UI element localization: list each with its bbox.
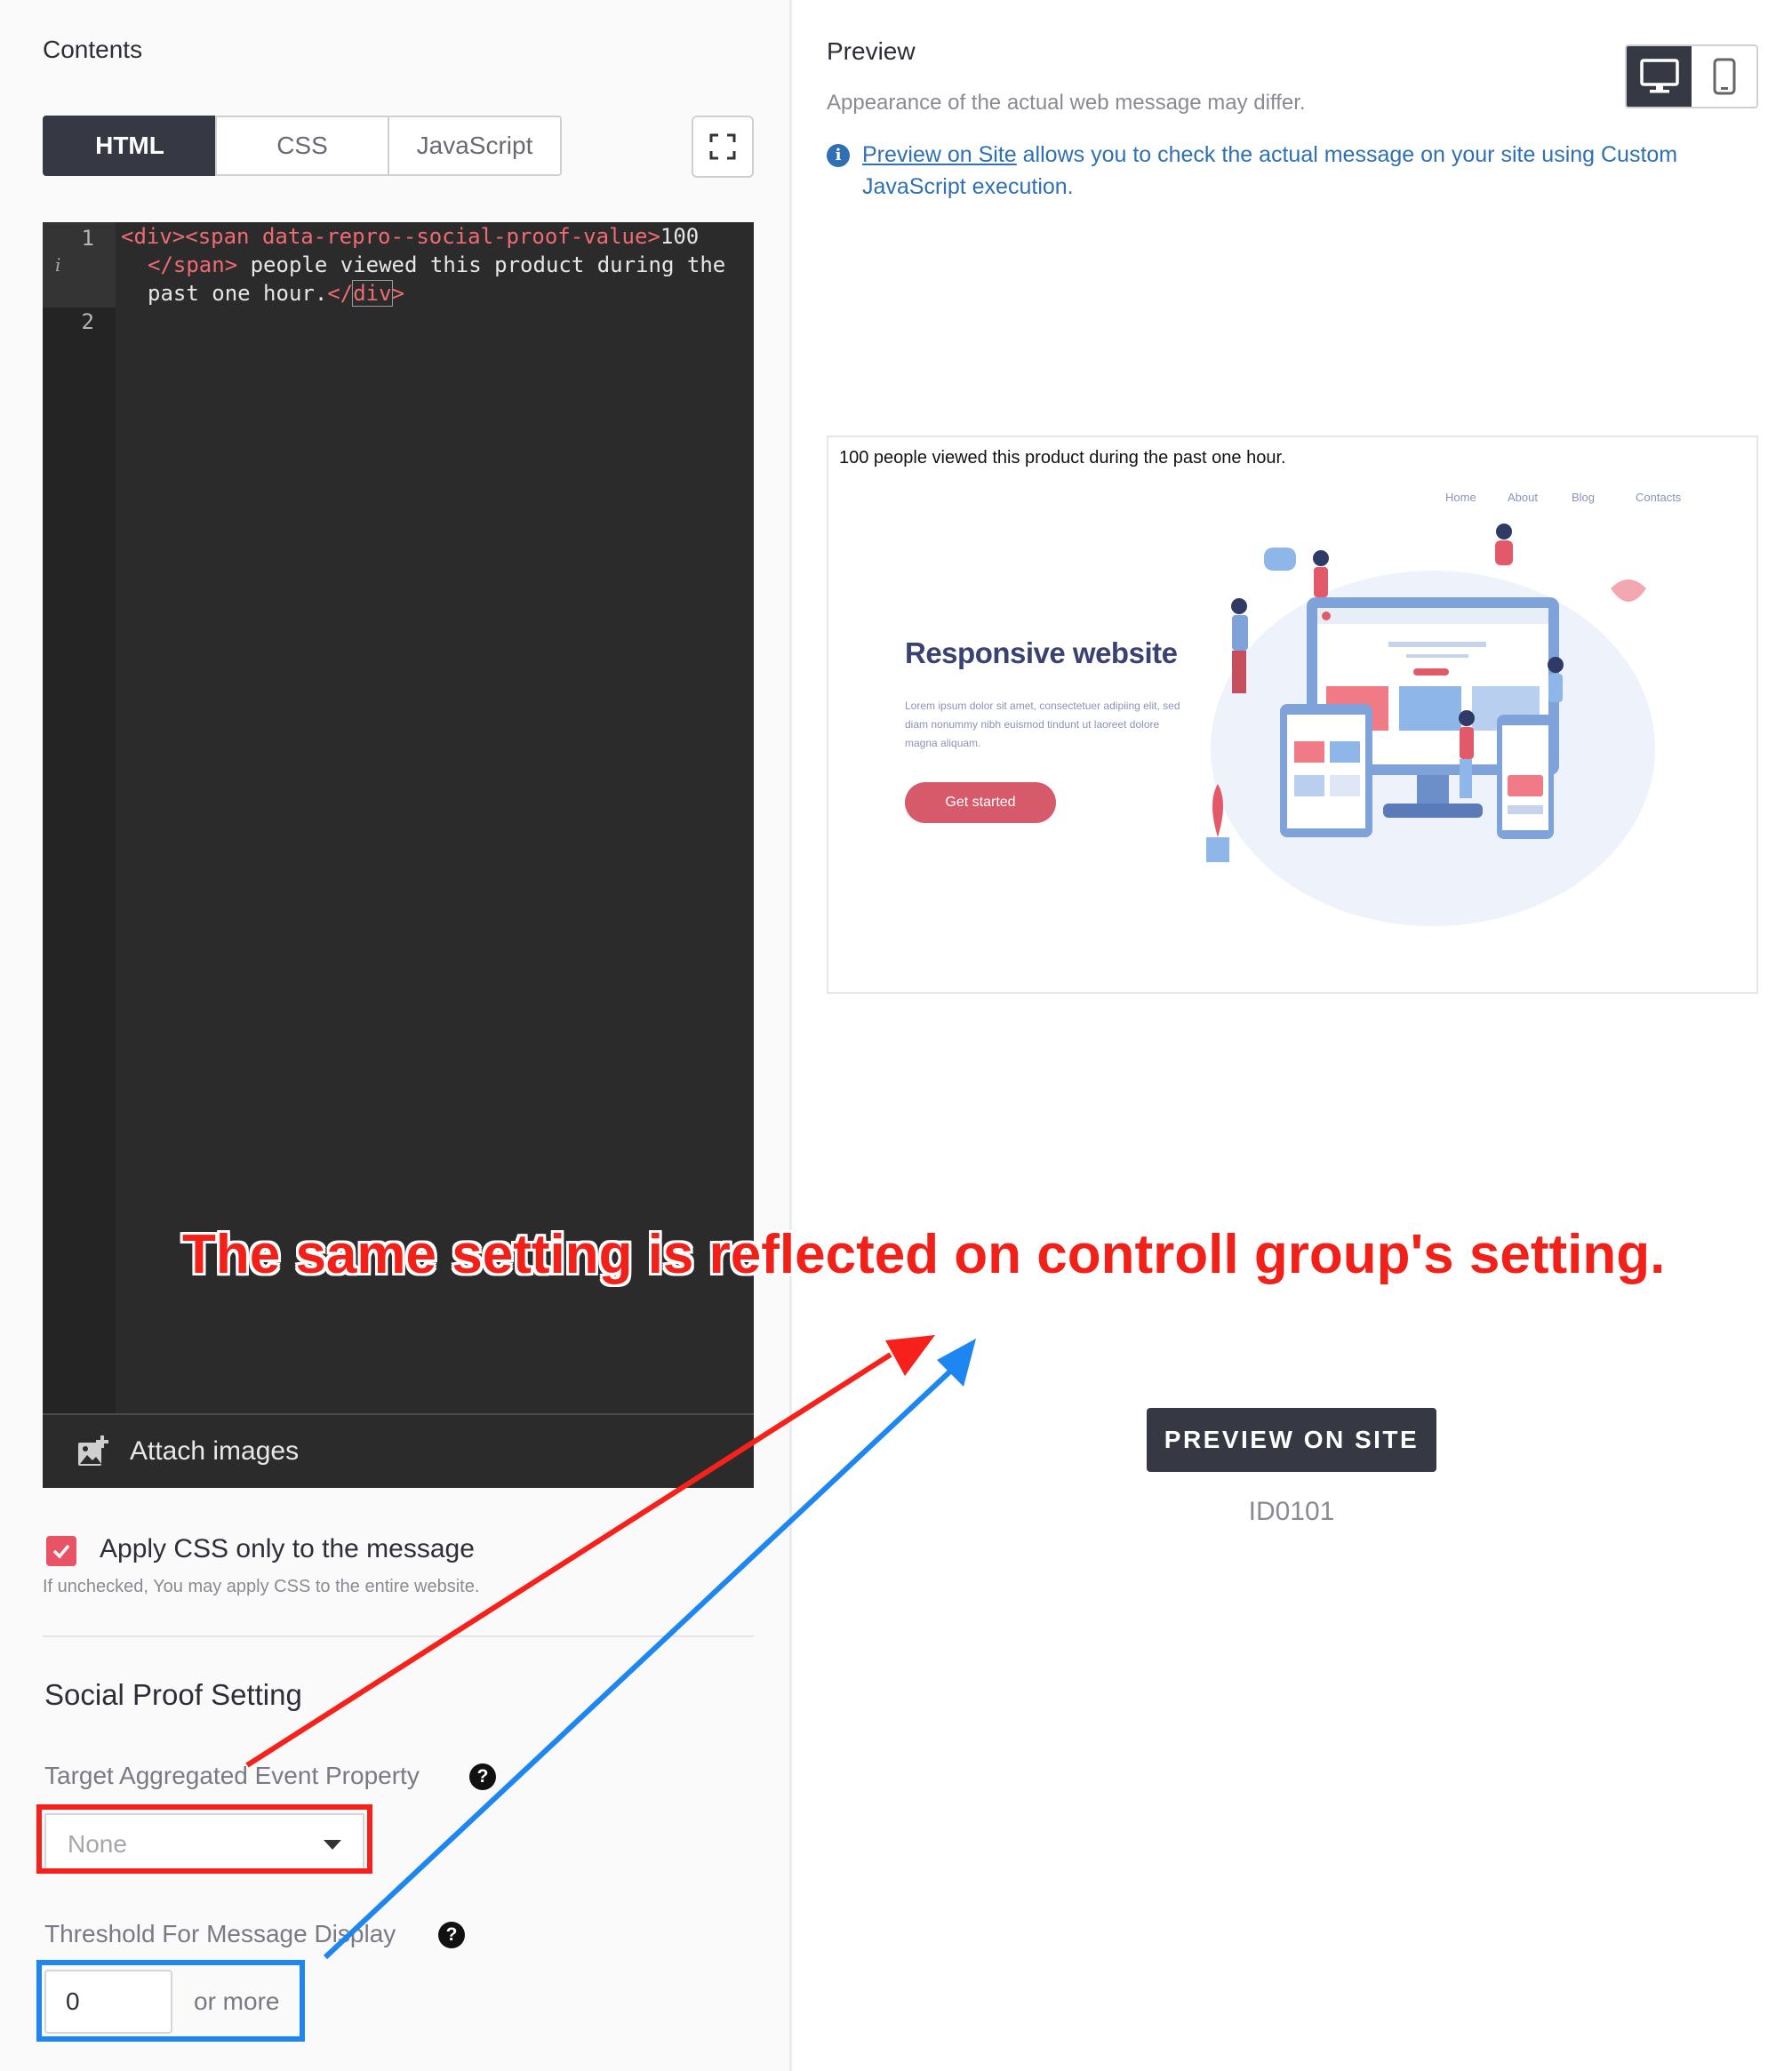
desktop-icon (1639, 59, 1679, 93)
chevron-down-icon (324, 1840, 341, 1850)
code-token: data-repro--social-proof-value (249, 224, 648, 249)
preview-info-note: i Preview on Site allows you to check th… (827, 139, 1751, 203)
expand-icon (709, 133, 736, 160)
code-token: > (647, 224, 660, 249)
code-token: </span> (148, 252, 238, 277)
attach-images-label: Attach images (130, 1436, 300, 1466)
site-hero-title: Responsive website (905, 636, 1178, 669)
code-token: > (391, 281, 405, 306)
preview-title: Preview (827, 37, 916, 65)
blue-arrow-head (937, 1339, 976, 1387)
panel-divider (789, 0, 792, 2071)
threshold-suffix: or more (194, 1987, 280, 2015)
section-divider (43, 1635, 754, 1637)
site-get-started-button: Get started (905, 782, 1056, 823)
preview-on-site-link[interactable]: Preview on Site (862, 142, 1017, 167)
code-token: </ (327, 281, 354, 306)
code-line-1: <div><span data-repro--social-proof-valu… (121, 224, 699, 249)
annotation-text: The same setting is reflected on control… (182, 1224, 1666, 1285)
code-token: 100 (660, 224, 700, 249)
editor-tabs: HTML CSS JavaScript (43, 116, 562, 178)
site-nav-contacts: Contacts (1636, 491, 1682, 504)
help-icon[interactable]: ? (438, 1922, 465, 1948)
preview-message: 100 people viewed this product during th… (839, 448, 1286, 468)
site-nav-blog: Blog (1572, 491, 1596, 504)
info-icon: i (827, 144, 850, 167)
code-line-1-wrap: </span> people viewed this product durin… (148, 252, 725, 277)
apply-css-help: If unchecked, You may apply CSS to the e… (43, 1577, 480, 1596)
target-property-value: None (68, 1830, 127, 1858)
code-token: past one hour. (148, 281, 328, 306)
code-token: people viewed this product during the (237, 252, 726, 277)
check-icon (52, 1544, 70, 1559)
device-toggle (1625, 44, 1758, 108)
tab-css[interactable]: CSS (215, 116, 389, 176)
tab-javascript[interactable]: JavaScript (388, 116, 562, 176)
site-nav-about: About (1508, 491, 1538, 504)
add-image-icon (78, 1435, 108, 1466)
info-marker-icon: i (55, 254, 61, 276)
help-icon[interactable]: ? (469, 1763, 496, 1790)
code-line-1-wrap: past one hour.</div> (148, 280, 405, 307)
preview-frame: 100 people viewed this product during th… (827, 436, 1758, 994)
site-nav-home: Home (1445, 491, 1476, 504)
line-number: 1 (81, 226, 94, 251)
red-arrow-head (885, 1335, 935, 1376)
code-token: div (352, 280, 393, 307)
attach-images-button[interactable]: Attach images (43, 1413, 754, 1488)
code-token: <div><span (121, 224, 250, 249)
preview-subtitle: Appearance of the actual web message may… (827, 91, 1306, 115)
social-proof-title: Social Proof Setting (44, 1678, 302, 1711)
responsive-website-illustration (1206, 524, 1655, 926)
apply-css-label: Apply CSS only to the message (100, 1534, 475, 1563)
editor-gutter: 1 i 2 (43, 222, 116, 1413)
contents-title: Contents (43, 36, 143, 63)
mobile-icon (1713, 58, 1735, 95)
apply-css-checkbox[interactable] (46, 1536, 76, 1566)
preview-on-site-button[interactable]: PREVIEW ON SITE (1147, 1408, 1436, 1472)
threshold-label: Threshold For Message Display (44, 1920, 396, 1947)
target-property-label: Target Aggregated Event Property (44, 1762, 420, 1789)
site-hero-body: Lorem ipsum dolor sit amet, consectetuer… (905, 700, 1180, 749)
preview-id: ID0101 (1248, 1497, 1335, 1526)
threshold-input[interactable] (44, 1970, 172, 2034)
tab-html[interactable]: HTML (43, 116, 217, 176)
line-number: 2 (81, 309, 94, 334)
desktop-view-button[interactable] (1627, 46, 1692, 107)
target-property-select[interactable]: None (44, 1813, 364, 1874)
fullscreen-button[interactable] (692, 116, 754, 178)
mobile-view-button[interactable] (1692, 46, 1756, 107)
